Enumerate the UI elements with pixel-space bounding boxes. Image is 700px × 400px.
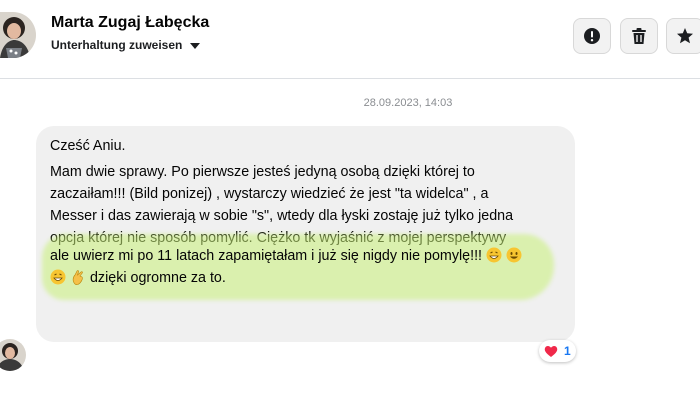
report-button[interactable] bbox=[573, 18, 611, 54]
message-line-highlighted: dzięki ogromne za to. bbox=[50, 267, 226, 289]
message-line: Mam dwie sprawy. Po pierwsze jesteś jedy… bbox=[50, 164, 475, 180]
chevron-down-icon bbox=[190, 43, 201, 49]
delete-button[interactable] bbox=[620, 18, 658, 54]
grin-emoji-icon bbox=[486, 247, 502, 263]
ok-hand-emoji-icon bbox=[72, 270, 83, 285]
message-line-highlighted: ale uwierz mi po 11 latach zapamiętałam … bbox=[50, 245, 522, 267]
assign-conversation-dropdown[interactable]: Unterhaltung zuweisen bbox=[51, 38, 201, 52]
star-icon bbox=[677, 28, 693, 44]
trash-icon bbox=[632, 28, 646, 44]
star-button[interactable] bbox=[666, 18, 700, 54]
contact-name[interactable]: Marta Zugaj Łabęcka bbox=[51, 14, 209, 32]
smile-emoji-icon bbox=[506, 247, 522, 263]
grin-emoji-icon bbox=[50, 269, 66, 285]
sender-avatar[interactable] bbox=[0, 339, 26, 371]
conversation-header: Marta Zugaj Łabęcka Unterhaltung zuweise… bbox=[0, 0, 700, 79]
message-greeting: Cześć Aniu. bbox=[50, 138, 126, 154]
message-line: zaczaiłam!!! (Bild ponizej) , wystarczy … bbox=[50, 186, 489, 202]
message-line: Messer i das zawierają w sobie "s", wted… bbox=[50, 208, 514, 224]
alert-icon bbox=[584, 28, 600, 44]
contact-avatar[interactable] bbox=[0, 12, 36, 58]
assign-conversation-label: Unterhaltung zuweisen bbox=[51, 38, 183, 52]
date-separator: 28.09.2023, 14:03 bbox=[363, 97, 453, 109]
heart-icon bbox=[542, 342, 560, 360]
reaction-count: 1 bbox=[564, 344, 571, 358]
message-bubble[interactable]: Cześć Aniu. Mam dwie sprawy. Po pierwsze… bbox=[36, 126, 575, 342]
reaction-badge[interactable]: 1 bbox=[539, 340, 576, 362]
